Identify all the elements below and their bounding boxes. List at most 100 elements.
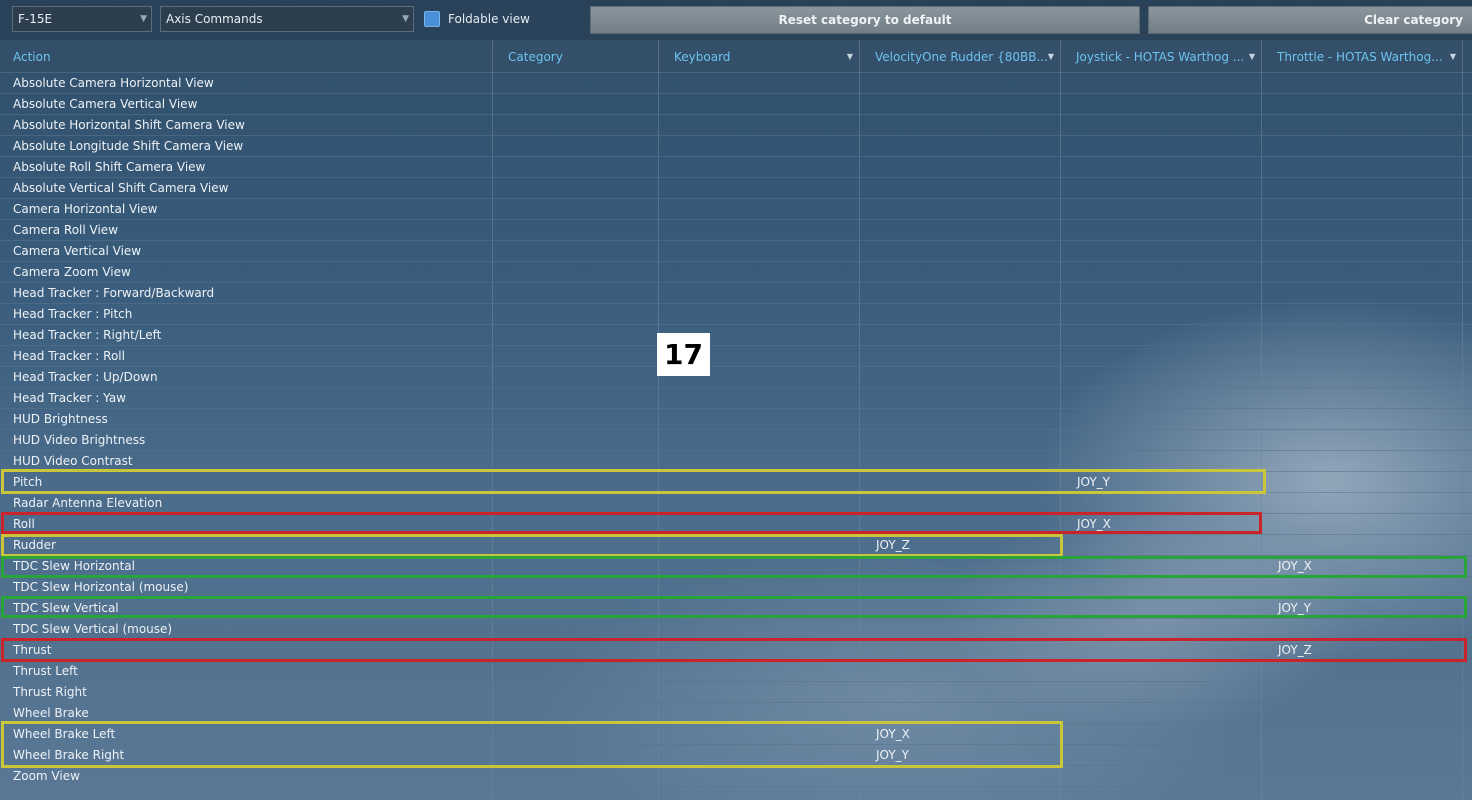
table-row[interactable]: Wheel Brake Right JOY_Y	[0, 745, 1472, 766]
dropdown-arrow-icon[interactable]: ▼	[1048, 40, 1054, 72]
reset-category-button[interactable]: Reset category to default	[590, 6, 1140, 34]
action-cell: Absolute Roll Shift Camera View	[13, 160, 206, 174]
table-row[interactable]: Roll JOY_X	[0, 514, 1472, 535]
column-header-label: Throttle - HOTAS Warthog...	[1277, 50, 1443, 64]
foldable-view-checkbox[interactable]	[424, 11, 440, 27]
table-row[interactable]: Thrust Left	[0, 661, 1472, 682]
action-cell: Head Tracker : Right/Left	[13, 328, 162, 342]
column-header-label: Keyboard	[674, 50, 731, 64]
action-cell: Radar Antenna Elevation	[13, 496, 163, 510]
action-cell: Roll	[13, 517, 35, 531]
action-cell: Zoom View	[13, 769, 80, 783]
table-row[interactable]: Camera Vertical View	[0, 241, 1472, 262]
table-row[interactable]: Pitch JOY_Y	[0, 472, 1472, 493]
rudder-binding-cell[interactable]: JOY_X	[876, 724, 910, 744]
table-row[interactable]: Thrust Right	[0, 682, 1472, 703]
category-select[interactable]: Axis Commands ▼	[160, 6, 414, 32]
action-cell: Thrust	[13, 643, 52, 657]
table-row[interactable]: Camera Horizontal View	[0, 199, 1472, 220]
action-cell: Wheel Brake Left	[13, 727, 116, 741]
column-header-keyboard[interactable]: Keyboard ▼	[661, 40, 859, 72]
action-cell: Camera Vertical View	[13, 244, 142, 258]
dropdown-arrow-icon[interactable]: ▼	[1249, 40, 1255, 72]
table-row[interactable]: Head Tracker : Forward/Backward	[0, 283, 1472, 304]
action-cell: TDC Slew Horizontal	[13, 559, 135, 573]
action-cell: TDC Slew Horizontal (mouse)	[13, 580, 189, 594]
table-row[interactable]: Head Tracker : Up/Down	[0, 367, 1472, 388]
table-row[interactable]: Absolute Horizontal Shift Camera View	[0, 115, 1472, 136]
foldable-view-label: Foldable view	[448, 12, 530, 26]
table-row[interactable]: Absolute Camera Horizontal View	[0, 73, 1472, 94]
table-row[interactable]: Radar Antenna Elevation	[0, 493, 1472, 514]
table-row[interactable]: Absolute Roll Shift Camera View	[0, 157, 1472, 178]
table-row[interactable]: Wheel Brake Left JOY_X	[0, 724, 1472, 745]
table-row[interactable]: Camera Zoom View	[0, 262, 1472, 283]
column-header-rudder[interactable]: VelocityOne Rudder {80BB... ▼	[862, 40, 1060, 72]
table-row[interactable]: Zoom View	[0, 766, 1472, 787]
action-cell: Head Tracker : Yaw	[13, 391, 126, 405]
dropdown-arrow-icon[interactable]: ▼	[847, 40, 853, 72]
table-row[interactable]: Head Tracker : Roll	[0, 346, 1472, 367]
column-header-row: Action Category Keyboard ▼ VelocityOne Ru…	[0, 40, 1472, 73]
chevron-down-icon: ▼	[402, 14, 409, 24]
table-row[interactable]: HUD Brightness	[0, 409, 1472, 430]
action-cell: Head Tracker : Forward/Backward	[13, 286, 215, 300]
table-row[interactable]: TDC Slew Vertical JOY_Y	[0, 598, 1472, 619]
action-cell: Head Tracker : Pitch	[13, 307, 133, 321]
annotation-badge: 17	[657, 333, 710, 376]
joystick-binding-cell[interactable]: JOY_X	[1077, 514, 1111, 534]
action-cell: Absolute Camera Horizontal View	[13, 76, 214, 90]
column-header-label: Category	[508, 50, 563, 64]
table-row[interactable]: Thrust JOY_Z	[0, 640, 1472, 661]
table-row[interactable]: Head Tracker : Yaw	[0, 388, 1472, 409]
action-cell: Absolute Vertical Shift Camera View	[13, 181, 229, 195]
column-header-label: Joystick - HOTAS Warthog ...	[1076, 50, 1245, 64]
table-row[interactable]: HUD Video Contrast	[0, 451, 1472, 472]
action-cell: Absolute Longitude Shift Camera View	[13, 139, 244, 153]
action-cell: Absolute Horizontal Shift Camera View	[13, 118, 245, 132]
throttle-binding-cell[interactable]: JOY_Z	[1278, 640, 1312, 660]
action-cell: Camera Horizontal View	[13, 202, 158, 216]
action-cell: TDC Slew Vertical (mouse)	[13, 622, 173, 636]
action-cell: Head Tracker : Up/Down	[13, 370, 158, 384]
dropdown-arrow-icon[interactable]: ▼	[1450, 40, 1456, 72]
column-header-category[interactable]: Category	[495, 40, 658, 72]
chevron-down-icon: ▼	[140, 14, 147, 24]
column-header-throttle[interactable]: Throttle - HOTAS Warthog... ▼	[1264, 40, 1462, 72]
table-row[interactable]: Wheel Brake	[0, 703, 1472, 724]
clear-category-button[interactable]: Clear category	[1148, 6, 1472, 34]
column-header-label: Action	[13, 50, 51, 64]
aircraft-select[interactable]: F-15E ▼	[12, 6, 152, 32]
table-row[interactable]: Camera Roll View	[0, 220, 1472, 241]
action-cell: Camera Zoom View	[13, 265, 131, 279]
table-row[interactable]: Absolute Vertical Shift Camera View	[0, 178, 1472, 199]
action-cell: Rudder	[13, 538, 56, 552]
table-row[interactable]: Absolute Camera Vertical View	[0, 94, 1472, 115]
table-row[interactable]: Absolute Longitude Shift Camera View	[0, 136, 1472, 157]
column-header-label: VelocityOne Rudder {80BB...	[875, 50, 1048, 64]
table-row[interactable]: TDC Slew Horizontal (mouse)	[0, 577, 1472, 598]
action-cell: Wheel Brake	[13, 706, 89, 720]
rudder-binding-cell[interactable]: JOY_Y	[876, 745, 909, 765]
column-header-joystick[interactable]: Joystick - HOTAS Warthog ... ▼	[1063, 40, 1261, 72]
joystick-binding-cell[interactable]: JOY_Y	[1077, 472, 1110, 492]
action-cell: HUD Video Brightness	[13, 433, 146, 447]
aircraft-select-value: F-15E	[18, 12, 53, 26]
column-header-action[interactable]: Action	[0, 40, 492, 72]
action-cell: Absolute Camera Vertical View	[13, 97, 198, 111]
bindings-table: Absolute Camera Horizontal View Absolute …	[0, 73, 1472, 787]
action-cell: HUD Video Contrast	[13, 454, 133, 468]
action-cell: Pitch	[13, 475, 43, 489]
action-cell: Thrust Right	[13, 685, 87, 699]
action-cell: Wheel Brake Right	[13, 748, 125, 762]
table-row[interactable]: TDC Slew Horizontal JOY_X	[0, 556, 1472, 577]
table-row[interactable]: Rudder JOY_Z	[0, 535, 1472, 556]
action-cell: Head Tracker : Roll	[13, 349, 125, 363]
rudder-binding-cell[interactable]: JOY_Z	[876, 535, 910, 555]
throttle-binding-cell[interactable]: JOY_X	[1278, 556, 1312, 576]
table-row[interactable]: HUD Video Brightness	[0, 430, 1472, 451]
table-row[interactable]: Head Tracker : Pitch	[0, 304, 1472, 325]
table-row[interactable]: TDC Slew Vertical (mouse)	[0, 619, 1472, 640]
table-row[interactable]: Head Tracker : Right/Left	[0, 325, 1472, 346]
throttle-binding-cell[interactable]: JOY_Y	[1278, 598, 1311, 618]
